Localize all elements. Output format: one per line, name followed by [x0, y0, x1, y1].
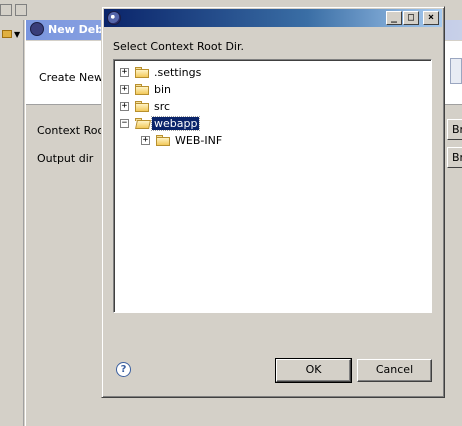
background-banner-text: Create New: [39, 71, 104, 84]
tree-item-label-selected: webapp: [150, 116, 201, 131]
context-root-label: Context Root: [37, 124, 109, 137]
banner-image: [450, 58, 462, 84]
background-side-panel: [0, 20, 24, 426]
folder-icon: [134, 66, 150, 80]
close-button[interactable]: ×: [423, 11, 439, 25]
maximize-icon[interactable]: [15, 4, 27, 16]
context-root-browse-button[interactable]: Br: [447, 119, 462, 140]
tree-item-label: .settings: [154, 66, 202, 79]
cancel-button[interactable]: Cancel: [357, 359, 432, 382]
folder-icon: [155, 134, 171, 148]
collapse-minus-icon[interactable]: −: [120, 119, 129, 128]
ok-button[interactable]: OK: [275, 358, 352, 383]
folder-tree[interactable]: + .settings + bin + src − webapp + WEB-I…: [113, 59, 432, 313]
folder-icon: [134, 83, 150, 97]
expand-plus-icon[interactable]: +: [120, 85, 129, 94]
expand-plus-icon[interactable]: +: [141, 136, 150, 145]
help-icon[interactable]: ?: [116, 362, 131, 377]
dialog-message: Select Context Root Dir.: [113, 40, 244, 53]
minimize-button[interactable]: _: [386, 11, 402, 25]
eclipse-icon: [107, 11, 121, 25]
open-folder-icon: [134, 117, 151, 131]
restore-icon[interactable]: [0, 4, 12, 16]
toolbar-tool-icon[interactable]: [2, 30, 12, 38]
folder-icon: [134, 100, 150, 114]
expand-plus-icon[interactable]: +: [120, 68, 129, 77]
tree-item-label: bin: [154, 83, 172, 96]
output-dir-label: Output dir: [37, 152, 94, 165]
maximize-button[interactable]: □: [403, 11, 419, 25]
output-dir-browse-button[interactable]: Br: [447, 147, 462, 168]
eclipse-icon: [30, 22, 44, 36]
tree-item-label: WEB-INF: [175, 134, 223, 147]
chevron-down-icon[interactable]: ▼: [14, 30, 20, 39]
expand-plus-icon[interactable]: +: [120, 102, 129, 111]
tree-item-label: src: [154, 100, 171, 113]
